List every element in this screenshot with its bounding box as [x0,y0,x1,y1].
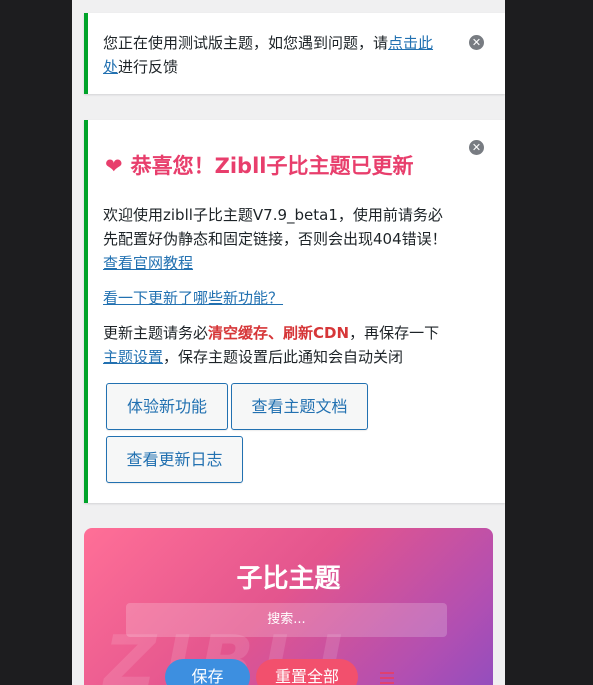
whats-new-paragraph: 看一下更新了哪些新功能？ [103,286,283,310]
menu-icon[interactable] [369,659,403,685]
save-button[interactable]: 保存 [165,659,250,685]
heart-icon: ❤ [105,154,123,178]
dismiss-icon[interactable]: ✕ [469,35,484,50]
reset-all-button[interactable]: 重置全部 [256,659,358,685]
update-heading: ❤ 恭喜您！Zibll子比主题已更新 [105,154,414,178]
theme-settings-link[interactable]: 主题设置 [103,348,163,366]
update-notice: ❤ 恭喜您！Zibll子比主题已更新 ✕ 欢迎使用zibll子比主题V7.9_be… [84,120,505,503]
official-tutorial-link[interactable]: 查看官网教程 [103,254,193,272]
dismiss-icon[interactable]: ✕ [469,140,484,155]
whats-new-link[interactable]: 看一下更新了哪些新功能？ [103,289,283,307]
hero-title: 子比主题 [236,564,341,594]
settings-screen: 您正在使用测试版主题，如您遇到问题，请点击此处进行反馈 ✕ ❤ 恭喜您！Zibll… [72,0,505,685]
beta-notice: 您正在使用测试版主题，如您遇到问题，请点击此处进行反馈 ✕ [84,13,505,94]
changelog-button[interactable]: 查看更新日志 [106,436,243,483]
update-intro: 欢迎使用zibll子比主题V7.9_beta1，使用前请务必先配置好伪静态和固定… [103,206,447,272]
beta-notice-text: 您正在使用测试版主题，如您遇到问题，请点击此处进行反馈 [103,34,434,76]
options-search-input[interactable]: 搜索... [126,603,447,637]
update-instructions: 更新主题请务必清空缓存、刷新CDN，再保存一下主题设置，保存主题设置后此通知会自… [103,324,440,366]
theme-docs-button[interactable]: 查看主题文档 [231,383,368,430]
theme-options-header: ZIBLL 子比主题 搜索... 保存 重置全部 [84,528,493,685]
try-new-features-button[interactable]: 体验新功能 [106,383,228,430]
